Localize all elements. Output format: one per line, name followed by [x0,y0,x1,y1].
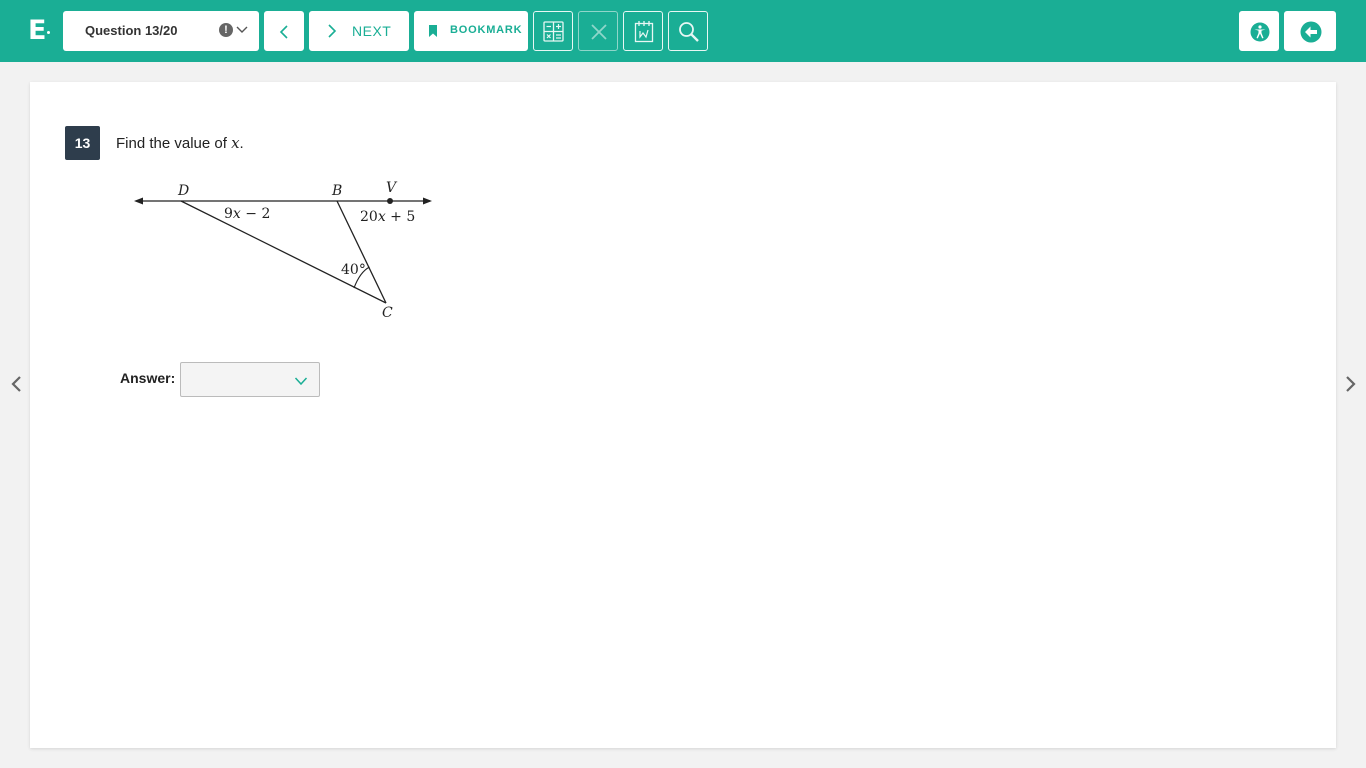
bookmark-button[interactable]: BOOKMARK [414,11,528,51]
label-d: D [177,183,189,199]
answer-dropdown[interactable] [180,362,320,397]
close-icon [591,24,607,40]
segment-dc [180,200,387,304]
notepad-icon [634,21,654,43]
logo-letter: E [28,15,47,46]
geometry-diagram: D B V C 9x − 2 20x + 5 40° [134,180,432,321]
question-selector-label: Question 13/20 [85,23,178,38]
question-prompt-end: . [239,135,244,152]
accessibility-icon [1250,22,1270,42]
question-variable: x [231,134,240,152]
question-number-badge: 13 [65,126,100,160]
arrow-left [134,197,143,205]
exit-button[interactable] [1284,11,1336,51]
zoom-button[interactable] [668,11,708,51]
bookmark-icon [429,25,437,37]
previous-page-arrow-icon[interactable] [9,376,23,392]
question-prompt: Find the value of x. [116,134,244,152]
label-angle-c: 40° [341,262,366,278]
label-c: C [382,305,393,321]
calculator-button[interactable] [533,11,573,51]
logo-dot [47,31,50,34]
point-v [387,198,393,204]
answer-label: Answer: [120,370,176,386]
notepad-button[interactable] [623,11,663,51]
bookmark-button-label: BOOKMARK [450,24,523,36]
previous-button[interactable] [264,11,304,51]
next-page-arrow-icon[interactable] [1344,376,1358,392]
chevron-down-icon [236,26,248,33]
eliminator-button[interactable] [578,11,618,51]
chevron-down-icon [294,377,308,386]
app-logo: E [28,16,52,46]
label-seg-dc: 9x − 2 [224,206,270,222]
label-v: V [386,180,398,196]
arrow-right [423,197,432,205]
accessibility-button[interactable] [1239,11,1279,51]
question-prompt-text: Find the value of [116,135,232,152]
flag-warning-icon: ! [219,23,233,37]
question-selector[interactable]: Question 13/20 ! [63,11,259,51]
chevron-right-icon [328,24,337,38]
next-button-label: NEXT [352,23,392,39]
search-icon [679,22,699,42]
calculator-icon [543,21,564,42]
label-angle-vbc: 20x + 5 [360,209,415,225]
label-b: B [331,183,342,199]
chevron-left-icon [279,25,288,39]
top-toolbar: E Question 13/20 ! NEXT BOOKMARK [0,0,1366,62]
question-card: 13 Find the value of x. D B V C 9x − 2 2… [30,82,1336,748]
next-button[interactable]: NEXT [309,11,409,51]
back-arrow-icon [1300,21,1322,43]
